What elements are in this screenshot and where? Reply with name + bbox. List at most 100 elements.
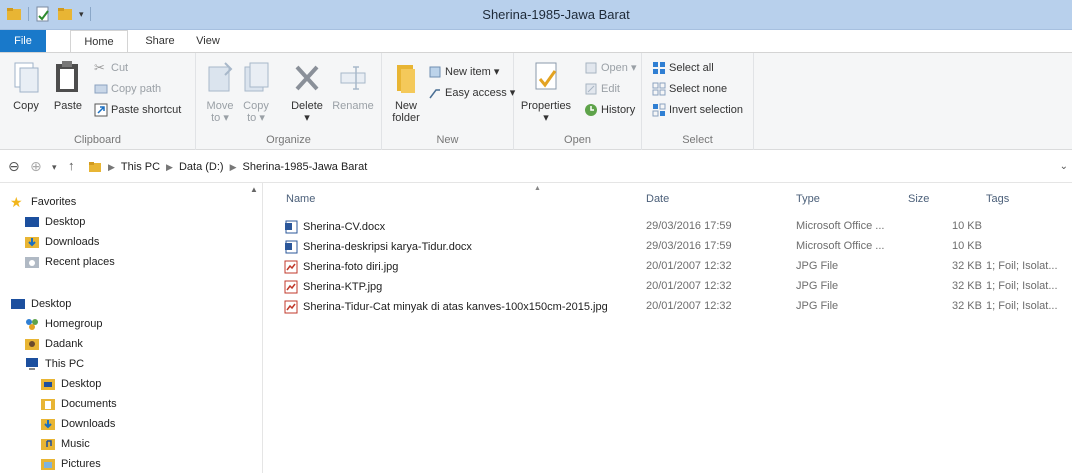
delete-button[interactable]: Delete ▾	[284, 59, 330, 124]
move-to-label-2: to ▾	[211, 112, 229, 124]
breadcrumb-separator-icon[interactable]: ▶	[108, 162, 115, 173]
history-label: History	[601, 104, 636, 116]
paste-button[interactable]: Paste	[48, 59, 88, 112]
paste-icon	[56, 61, 78, 92]
select-all-button[interactable]: Select all	[652, 59, 714, 77]
column-header-tags[interactable]: Tags	[986, 183, 1009, 215]
nav-fav-desktop[interactable]: Desktop	[24, 213, 85, 231]
nav-dadank[interactable]: Dadank	[24, 335, 83, 353]
navigation-pane[interactable]: ★ Favorites Desktop Downloads Recent pla…	[0, 183, 263, 473]
tab-home[interactable]: Home	[70, 30, 128, 53]
downloads-folder-icon	[41, 419, 55, 430]
file-size: 32 KB	[952, 260, 982, 272]
nav-pc-pictures[interactable]: Pictures	[40, 455, 101, 473]
nav-pc-downloads[interactable]: Downloads	[40, 415, 115, 433]
nav-fav-recent-places[interactable]: Recent places	[24, 253, 115, 271]
column-header-name[interactable]: Name	[286, 183, 315, 215]
back-arrow-icon[interactable]: ⊖	[8, 158, 20, 175]
breadcrumb-separator-icon[interactable]: ▶	[166, 162, 173, 173]
up-arrow-icon[interactable]: ↑	[68, 158, 75, 173]
tab-share[interactable]: Share	[140, 30, 180, 52]
copy-to-icon	[244, 62, 269, 92]
scissors-icon: ✂	[94, 60, 105, 75]
delete-label: Delete	[291, 100, 323, 112]
tab-view[interactable]: View	[190, 30, 226, 52]
open-button[interactable]: Open ▾	[584, 59, 637, 77]
select-group: Select all Select none Invert selection …	[642, 53, 754, 150]
copy-path-button[interactable]: Copy path	[94, 80, 161, 98]
history-icon	[585, 104, 597, 116]
file-size: 32 KB	[952, 300, 982, 312]
paste-shortcut-label: Paste shortcut	[111, 104, 182, 116]
rename-button[interactable]: Rename	[330, 59, 376, 112]
file-name: Sherina-foto diri.jpg	[303, 261, 399, 273]
history-button[interactable]: History	[584, 101, 635, 119]
nav-homegroup[interactable]: Homegroup	[24, 315, 102, 333]
breadcrumb-item[interactable]: Data (D:)	[179, 161, 224, 173]
file-type: JPG File	[796, 300, 839, 312]
recent-places-icon	[25, 257, 39, 268]
file-list[interactable]: ▲ Name Date Type Size Tags Sherina-CV.do…	[264, 183, 1072, 473]
jpg-icon	[284, 300, 298, 314]
nav-fav-downloads[interactable]: Downloads	[24, 233, 99, 251]
file-row[interactable]: Sherina-KTP.jpg 20/01/2007 12:32 JPG Fil…	[264, 277, 1072, 297]
forward-arrow-icon[interactable]: ⊕	[30, 158, 42, 175]
scroll-up-icon[interactable]: ▲	[250, 185, 258, 194]
column-header-date[interactable]: Date	[646, 183, 669, 215]
recent-dropdown-icon[interactable]: ▾	[52, 162, 57, 173]
nav-label: Documents	[61, 398, 117, 410]
nav-label: Homegroup	[45, 318, 103, 330]
breadcrumb-item[interactable]: Sherina-1985-Jawa Barat	[243, 161, 368, 173]
column-header-size[interactable]: Size	[908, 183, 929, 215]
nav-scrollbar[interactable]: ▲	[248, 183, 262, 473]
ribbon-tabs: File Home Share View	[0, 30, 1072, 53]
file-type: Microsoft Office ...	[796, 220, 885, 232]
tab-file[interactable]: File	[0, 30, 46, 52]
desktop-icon	[25, 217, 39, 227]
paste-shortcut-button[interactable]: Paste shortcut	[94, 101, 181, 119]
delete-dropdown: ▾	[304, 112, 310, 124]
file-row[interactable]: Sherina-Tidur-Cat minyak di atas kanves-…	[264, 297, 1072, 317]
nav-label: Desktop	[61, 378, 102, 390]
easy-access-button[interactable]: Easy access ▾	[428, 84, 515, 102]
copy-button[interactable]: Copy	[6, 59, 46, 112]
nav-desktop[interactable]: Desktop	[10, 295, 71, 313]
nav-pc-desktop[interactable]: Desktop	[40, 375, 101, 393]
nav-label: Desktop	[45, 216, 86, 228]
column-header-type[interactable]: Type	[796, 183, 820, 215]
file-name: Sherina-deskripsi karya-Tidur.docx	[303, 241, 472, 253]
star-icon: ★	[10, 194, 23, 210]
move-to-icon	[208, 62, 233, 92]
breadcrumb-item[interactable]: This PC	[121, 161, 160, 173]
file-date: 20/01/2007 12:32	[646, 260, 732, 272]
edit-button[interactable]: Edit	[584, 80, 620, 98]
title-bar[interactable]: ▾ Sherina-1985-Jawa Barat	[0, 0, 1072, 30]
clipboard-group-label: Clipboard	[73, 134, 122, 146]
properties-button[interactable]: Properties ▾	[520, 59, 572, 124]
file-type: Microsoft Office ...	[796, 240, 885, 252]
breadcrumb[interactable]: ▶ This PC ▶ Data (D:) ▶ Sherina-1985-Jaw…	[88, 160, 367, 174]
nav-this-pc[interactable]: This PC	[24, 355, 84, 373]
select-all-icon	[653, 62, 665, 74]
select-none-button[interactable]: Select none	[652, 80, 727, 98]
nav-pc-documents[interactable]: Documents	[40, 395, 117, 413]
organize-group-label: Organize	[266, 134, 311, 146]
move-to-button[interactable]: Move to ▾	[202, 59, 238, 124]
address-row: ⊖ ⊕ ▾ ↑ ▶ This PC ▶ Data (D:) ▶ Sherina-…	[0, 151, 1072, 183]
cut-button[interactable]: ✂ Cut	[94, 59, 128, 77]
file-row[interactable]: Sherina-foto diri.jpg 20/01/2007 12:32 J…	[264, 257, 1072, 277]
edit-icon	[585, 83, 597, 95]
file-row[interactable]: Sherina-deskripsi karya-Tidur.docx 29/03…	[264, 237, 1072, 257]
copy-path-icon	[94, 84, 108, 94]
invert-selection-button[interactable]: Invert selection	[652, 101, 743, 119]
breadcrumb-separator-icon[interactable]: ▶	[230, 162, 237, 173]
file-row[interactable]: Sherina-CV.docx 29/03/2016 17:59 Microso…	[264, 217, 1072, 237]
nav-favorites[interactable]: ★ Favorites	[10, 193, 76, 211]
move-to-label: Move	[206, 100, 234, 112]
address-dropdown-icon[interactable]: ⌄	[1060, 161, 1068, 172]
copy-to-button[interactable]: Copy to ▾	[238, 59, 274, 124]
new-item-button[interactable]: New item ▾	[428, 63, 499, 81]
new-folder-button[interactable]: New folder	[386, 59, 426, 124]
nav-pc-music[interactable]: Music	[40, 435, 90, 453]
nav-label: Music	[61, 438, 90, 450]
